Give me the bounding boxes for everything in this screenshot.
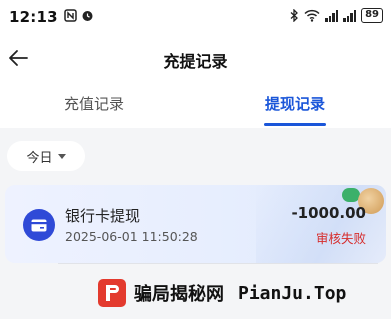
watermark-logo-icon [98, 279, 126, 307]
watermark: 骗局揭秘网 PianJu.Top [98, 279, 346, 307]
watermark-cn-text: 骗局揭秘网 [134, 284, 224, 305]
record-amount: -1000.00 [291, 204, 366, 222]
wifi-icon [304, 9, 320, 22]
nav-bar: 充提记录 [0, 34, 391, 82]
watermark-en-text: PianJu.Top [238, 282, 347, 304]
alarm-icon [82, 11, 93, 21]
date-filter-dropdown[interactable]: 今日 [7, 141, 85, 171]
record-title: 银行卡提现 [65, 207, 141, 225]
status-time: 12:13 [9, 8, 58, 26]
bank-card-icon [23, 209, 55, 241]
tab-withdraw-records[interactable]: 提现记录 [265, 93, 325, 114]
page-title: 充提记录 [163, 52, 228, 71]
record-status: 审核失败 [315, 231, 366, 246]
records-area: 今日 银行卡提现 2025-06-01 11:50:28 -1000.00 审核… [0, 128, 391, 319]
nfc-icon [64, 9, 77, 22]
record-card[interactable]: 银行卡提现 2025-06-01 11:50:28 -1000.00 审核失败 [5, 185, 386, 263]
divider [58, 263, 378, 264]
bluetooth-icon [290, 9, 299, 22]
status-left-icons [64, 9, 94, 22]
date-filter-label: 今日 [26, 150, 53, 166]
active-tab-indicator [264, 123, 326, 126]
signal-icon [325, 9, 339, 22]
tab-recharge-records[interactable]: 充值记录 [64, 93, 124, 114]
signal-2-icon [343, 9, 357, 22]
tabs: 充值记录 提现记录 [0, 82, 391, 128]
battery-icon: 89 [361, 8, 383, 23]
status-right: 89 [290, 8, 383, 23]
record-time: 2025-06-01 11:50:28 [65, 229, 198, 244]
status-bar: 12:13 89 [0, 0, 391, 34]
caret-down-icon [57, 153, 66, 159]
